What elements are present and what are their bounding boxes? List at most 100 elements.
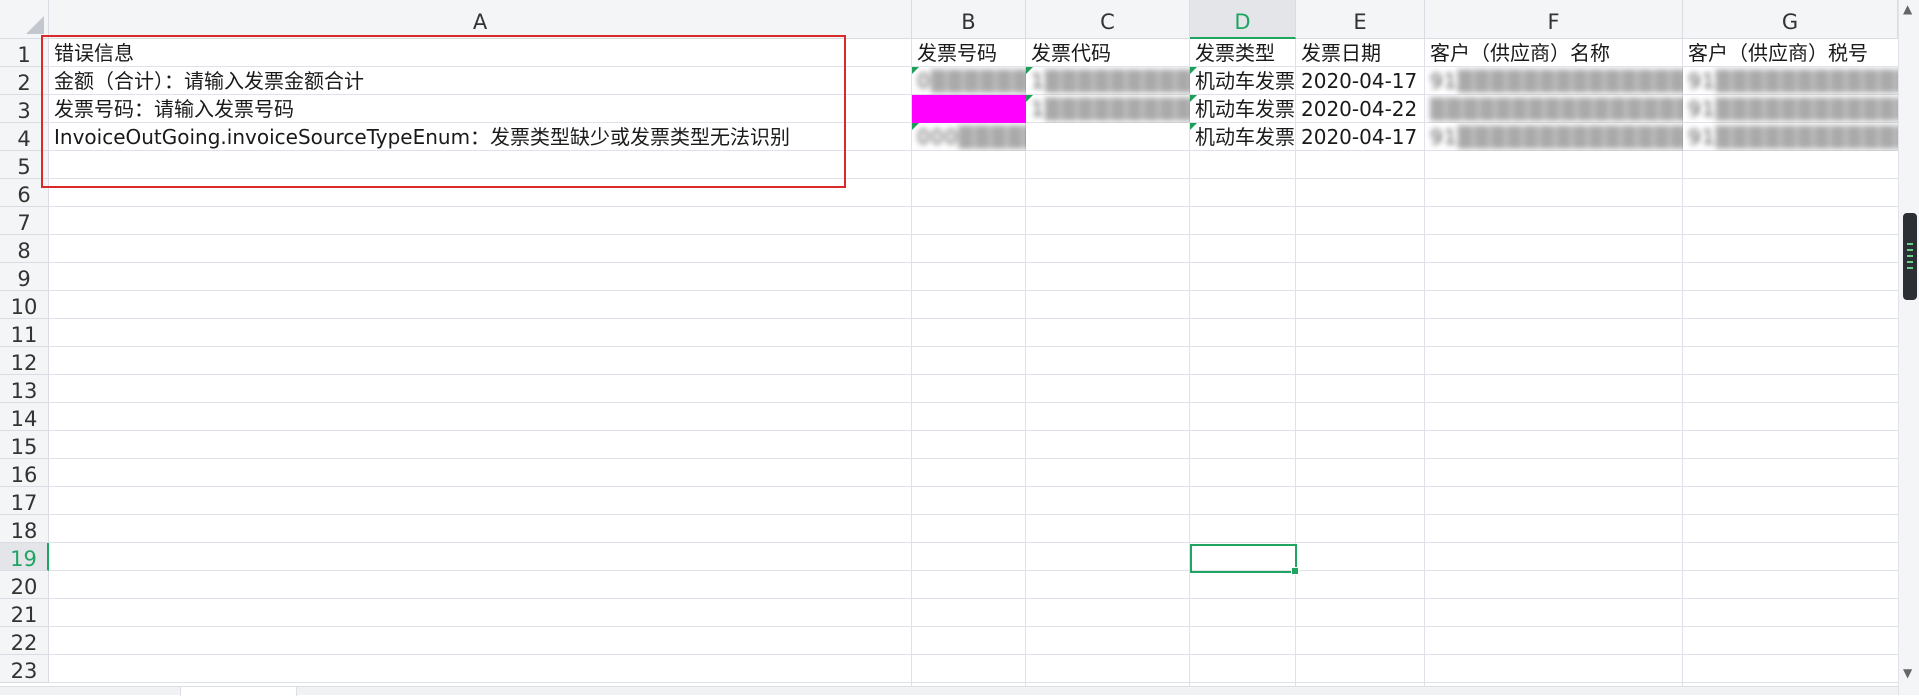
cell-d3[interactable]: 机动车发票 — [1190, 95, 1296, 123]
row-header-11[interactable]: 11 — [0, 319, 49, 347]
scroll-down-icon[interactable]: ▼ — [1903, 666, 1912, 680]
select-all-icon — [26, 16, 44, 34]
cell-text: InvoiceOutGoing.invoiceSourceTypeEnum：发票… — [54, 125, 791, 149]
row-header-14[interactable]: 14 — [0, 403, 49, 431]
cell-text: 91▒▒▒▒▒▒▒▒▒▒▒▒▒▒▒▒▒▒▒ — [1688, 125, 1898, 149]
cell-g1[interactable]: 客户（供应商）税号 — [1683, 39, 1898, 67]
column-header-d[interactable]: D — [1190, 0, 1296, 39]
cell-text: 发票类型 — [1195, 41, 1275, 65]
sheet-tab-bar — [0, 686, 1898, 696]
row-gridline — [49, 290, 1898, 291]
row-header-18[interactable]: 18 — [0, 515, 49, 543]
cell-e4[interactable]: 2020-04-17 — [1296, 123, 1425, 151]
cell-text: 1▒▒▒▒▒▒▒▒▒▒▒1 — [1031, 69, 1190, 93]
cell-text: 91▒▒▒▒▒▒▒▒▒▒▒▒▒▒▒▒▒▒▒ — [1688, 97, 1898, 121]
row-header-3[interactable]: 3 — [0, 95, 49, 123]
cell-text: 91▒▒▒▒▒▒▒▒▒▒▒▒▒▒▒W▒▒ — [1430, 69, 1683, 93]
cell-a2[interactable]: 金额（合计）：请输入发票金额合计 — [49, 67, 912, 95]
cell-b4[interactable]: 000▒▒▒▒▒ — [912, 123, 1026, 151]
cell-d2[interactable]: 机动车发票 — [1190, 67, 1296, 95]
cell-g3[interactable]: 91▒▒▒▒▒▒▒▒▒▒▒▒▒▒▒▒▒▒▒ — [1683, 95, 1898, 123]
column-header-f[interactable]: F — [1425, 0, 1683, 39]
cell-text: 发票号码：请输入发票号码 — [54, 97, 294, 121]
cell-text: 机动车发票 — [1195, 97, 1295, 121]
cell-text: 0▒▒▒▒▒▒▒▒ — [917, 69, 1026, 93]
row-header-1[interactable]: 1 — [0, 39, 49, 67]
cell-a4[interactable]: InvoiceOutGoing.invoiceSourceTypeEnum：发票… — [49, 123, 912, 151]
cell-text: 发票日期 — [1301, 41, 1381, 65]
row-gridline — [49, 458, 1898, 459]
row-gridline — [49, 430, 1898, 431]
row-header-6[interactable]: 6 — [0, 179, 49, 207]
cell-b2[interactable]: 0▒▒▒▒▒▒▒▒ — [912, 67, 1026, 95]
scroll-up-icon[interactable]: ▲ — [1903, 2, 1912, 16]
cell-e2[interactable]: 2020-04-17 — [1296, 67, 1425, 95]
row-header-2[interactable]: 2 — [0, 67, 49, 95]
row-header-8[interactable]: 8 — [0, 235, 49, 263]
cell-b3[interactable] — [912, 95, 1026, 123]
row-header-17[interactable]: 17 — [0, 487, 49, 515]
row-gridline — [49, 514, 1898, 515]
cell-c1[interactable]: 发票代码 — [1026, 39, 1190, 67]
cell-text: 发票代码 — [1031, 41, 1111, 65]
row-header-16[interactable]: 16 — [0, 459, 49, 487]
row-header-19[interactable]: 19 — [0, 543, 49, 571]
cell-g2[interactable]: 91▒▒▒▒▒▒▒▒▒▒▒▒▒▒▒▒W▒▒ — [1683, 67, 1898, 95]
cell-text: 机动车发票 — [1195, 125, 1295, 149]
row-header-20[interactable]: 20 — [0, 571, 49, 599]
cell-text: 1▒▒▒▒▒▒▒▒▒▒.1 — [1031, 97, 1190, 121]
row-header-22[interactable]: 22 — [0, 627, 49, 655]
cell-f4[interactable]: 91▒▒▒▒▒▒▒▒▒▒▒▒▒▒▒▒▒▒ — [1425, 123, 1683, 151]
row-gridline — [49, 262, 1898, 263]
row-header-12[interactable]: 12 — [0, 347, 49, 375]
cell-text: 客户（供应商）税号 — [1688, 41, 1868, 65]
column-header-g[interactable]: G — [1683, 0, 1898, 39]
cell-c3[interactable]: 1▒▒▒▒▒▒▒▒▒▒.1 — [1026, 95, 1190, 123]
text-number-indicator-icon — [1190, 123, 1197, 130]
cell-text: 错误信息 — [54, 41, 134, 65]
row-header-23[interactable]: 23 — [0, 655, 49, 683]
spreadsheet: A B C D E F G 1 2 3 4 5 6 7 8 9 10 11 12 13 14 15 16 17 18 19 20 21… — [0, 0, 1919, 695]
row-header-21[interactable]: 21 — [0, 599, 49, 627]
row-header-9[interactable]: 9 — [0, 263, 49, 291]
cell-a1[interactable]: 错误信息 — [49, 39, 912, 67]
cell-e1[interactable]: 发票日期 — [1296, 39, 1425, 67]
cell-c2[interactable]: 1▒▒▒▒▒▒▒▒▒▒▒1 — [1026, 67, 1190, 95]
row-gridline — [49, 234, 1898, 235]
vertical-scrollbar[interactable]: ▲ ▼ — [1898, 0, 1919, 695]
active-cell-d19[interactable] — [1190, 544, 1299, 575]
row-header-15[interactable]: 15 — [0, 431, 49, 459]
row-gridline — [49, 206, 1898, 207]
cell-d1[interactable]: 发票类型 — [1190, 39, 1296, 67]
cell-b1[interactable]: 发票号码 — [912, 39, 1026, 67]
fill-handle[interactable] — [1291, 567, 1299, 575]
cell-g4[interactable]: 91▒▒▒▒▒▒▒▒▒▒▒▒▒▒▒▒▒▒▒ — [1683, 123, 1898, 151]
cell-d4[interactable]: 机动车发票 — [1190, 123, 1296, 151]
row-gridline — [49, 318, 1898, 319]
cell-f2[interactable]: 91▒▒▒▒▒▒▒▒▒▒▒▒▒▒▒W▒▒ — [1425, 67, 1683, 95]
row-header-7[interactable]: 7 — [0, 207, 49, 235]
scrollbar-thumb[interactable] — [1903, 213, 1917, 300]
row-gridline — [49, 542, 1898, 543]
cell-text: 2020-04-17 — [1301, 125, 1418, 149]
cell-f1[interactable]: 客户（供应商）名称 — [1425, 39, 1683, 67]
cell-f3[interactable]: ▒▒▒▒▒▒▒▒▒▒▒▒▒▒▒▒▒▒▒ — [1425, 95, 1683, 123]
row-header-5[interactable]: 5 — [0, 151, 49, 179]
cell-e3[interactable]: 2020-04-22 — [1296, 95, 1425, 123]
select-all-corner[interactable] — [0, 0, 49, 39]
row-gridline — [49, 178, 1898, 179]
column-header-c[interactable]: C — [1026, 0, 1190, 39]
row-header-10[interactable]: 10 — [0, 291, 49, 319]
row-header-13[interactable]: 13 — [0, 375, 49, 403]
cell-text: 000▒▒▒▒▒ — [917, 125, 1026, 149]
column-header-b[interactable]: B — [912, 0, 1026, 39]
cell-c4[interactable] — [1026, 123, 1190, 151]
cell-text: 2020-04-17 — [1301, 69, 1418, 93]
cell-text: 金额（合计）：请输入发票金额合计 — [54, 69, 364, 93]
row-gridline — [49, 682, 1898, 683]
column-header-e[interactable]: E — [1296, 0, 1425, 39]
column-header-a[interactable]: A — [49, 0, 912, 39]
row-gridline — [49, 374, 1898, 375]
cell-a3[interactable]: 发票号码：请输入发票号码 — [49, 95, 912, 123]
row-header-4[interactable]: 4 — [0, 123, 49, 151]
